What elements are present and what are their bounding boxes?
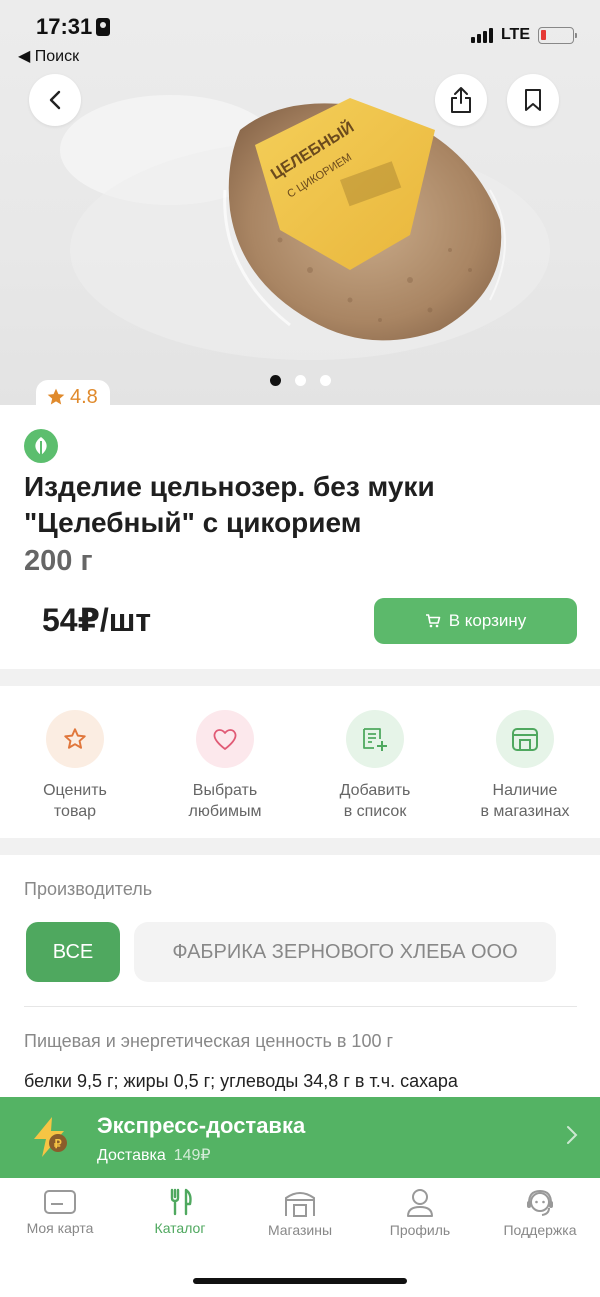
product-weight: 200 г: [24, 545, 93, 577]
nutrition-heading: Пищевая и энергетическая ценность в 100 …: [24, 1031, 394, 1051]
tab-support[interactable]: Поддержка: [480, 1188, 600, 1248]
bookmark-icon: [525, 89, 541, 111]
tab-label: Магазины: [267, 1222, 333, 1238]
add-to-list-icon: [346, 710, 404, 768]
product-card: Изделие цельнозер. без муки "Целебный" с…: [0, 405, 600, 669]
action-label: Наличие в магазинах: [480, 782, 570, 820]
rate-product-action[interactable]: Оценить товар: [0, 686, 150, 838]
delivery-subtitle: Доставка 149₽: [97, 1145, 211, 1165]
tab-my-card[interactable]: Моя карта: [0, 1188, 120, 1248]
share-icon: [451, 87, 471, 113]
card-icon: [44, 1190, 76, 1214]
product-details: Производитель ВСЕ ФАБРИКА ЗЕРНОВОГО ХЛЕБ…: [0, 855, 600, 1105]
sim-icon: [96, 18, 111, 36]
rating-badge: 4.8: [36, 380, 110, 405]
pager-dot[interactable]: [269, 375, 281, 386]
tab-label: Профиль: [389, 1222, 451, 1238]
express-delivery-banner[interactable]: ₽ Экспресс-доставка Доставка 149₽: [0, 1097, 600, 1178]
heart-icon: [196, 710, 254, 768]
back-button[interactable]: [29, 74, 81, 126]
status-indicators: LTE: [470, 26, 577, 44]
profile-icon: [407, 1189, 433, 1217]
delivery-fee: 149₽: [173, 1147, 211, 1164]
pager-dot[interactable]: [294, 375, 306, 386]
tab-label: Моя карта: [26, 1220, 94, 1236]
tab-catalog[interactable]: Каталог: [120, 1188, 240, 1248]
manufacturer-heading: Производитель: [24, 879, 153, 899]
support-icon: [527, 1189, 553, 1216]
product-image-gallery[interactable]: 17:31 ◀ Поиск LTE ЦЕЛЕБНЫЙ С ЦИКОРИЕМ 4.…: [0, 0, 600, 405]
bookmark-button[interactable]: [507, 74, 559, 126]
manufacturer-filter-chip[interactable]: ФАБРИКА ЗЕРНОВОГО ХЛЕБА ООО: [134, 922, 556, 982]
status-time: 17:31: [36, 14, 111, 40]
action-label: Оценить товар: [43, 782, 107, 820]
eco-leaf-icon: [24, 429, 58, 463]
chevron-left-icon: [49, 90, 61, 110]
divider: [24, 1006, 577, 1007]
share-button[interactable]: [435, 74, 487, 126]
store-icon: [496, 710, 554, 768]
cart-icon: [425, 614, 441, 628]
nutrition-text: белки 9,5 г; жиры 0,5 г; углеводы 34,8 г…: [24, 1071, 458, 1091]
tab-label: Каталог: [154, 1220, 206, 1236]
chevron-right-icon: [567, 1126, 578, 1144]
favorite-action[interactable]: Выбрать любимым: [150, 686, 300, 838]
battery-icon: [538, 26, 577, 44]
lightning-icon: ₽: [34, 1117, 67, 1157]
star-filled-icon: [47, 388, 65, 405]
tab-label: Поддержка: [503, 1222, 577, 1238]
pager-dot[interactable]: [319, 375, 331, 386]
fork-knife-icon: [170, 1188, 192, 1216]
action-label: Выбрать любимым: [188, 782, 262, 820]
tab-stores[interactable]: Магазины: [240, 1188, 360, 1248]
action-label: Добавить в список: [339, 782, 411, 820]
home-indicator: [193, 1278, 407, 1284]
product-title: Изделие цельнозер. без муки "Целебный" с…: [24, 471, 435, 538]
back-to-search-link[interactable]: ◀ Поиск: [18, 46, 79, 66]
product-actions: Оценить товар Выбрать любимым Добавить в…: [0, 686, 600, 838]
store-icon: [285, 1192, 315, 1217]
rating-value: 4.8: [70, 385, 98, 406]
store-availability-action[interactable]: Наличие в магазинах: [450, 686, 600, 838]
star-icon: [46, 710, 104, 768]
add-to-cart-button[interactable]: В корзину: [374, 598, 577, 644]
add-to-cart-label: В корзину: [448, 611, 527, 630]
delivery-label: Доставка: [97, 1147, 166, 1164]
manufacturer-filter-all[interactable]: ВСЕ: [26, 922, 120, 982]
bottom-tab-bar: Моя карта Каталог Магазины Профиль Подде…: [0, 1178, 600, 1297]
add-to-list-action[interactable]: Добавить в список: [300, 686, 450, 838]
signal-icon: [470, 27, 493, 43]
tab-profile[interactable]: Профиль: [360, 1188, 480, 1248]
svg-text:₽: ₽: [54, 1137, 62, 1151]
delivery-title: Экспресс-доставка: [97, 1113, 306, 1138]
network-type: LTE: [500, 26, 530, 43]
product-price: 54₽/шт: [42, 602, 152, 638]
